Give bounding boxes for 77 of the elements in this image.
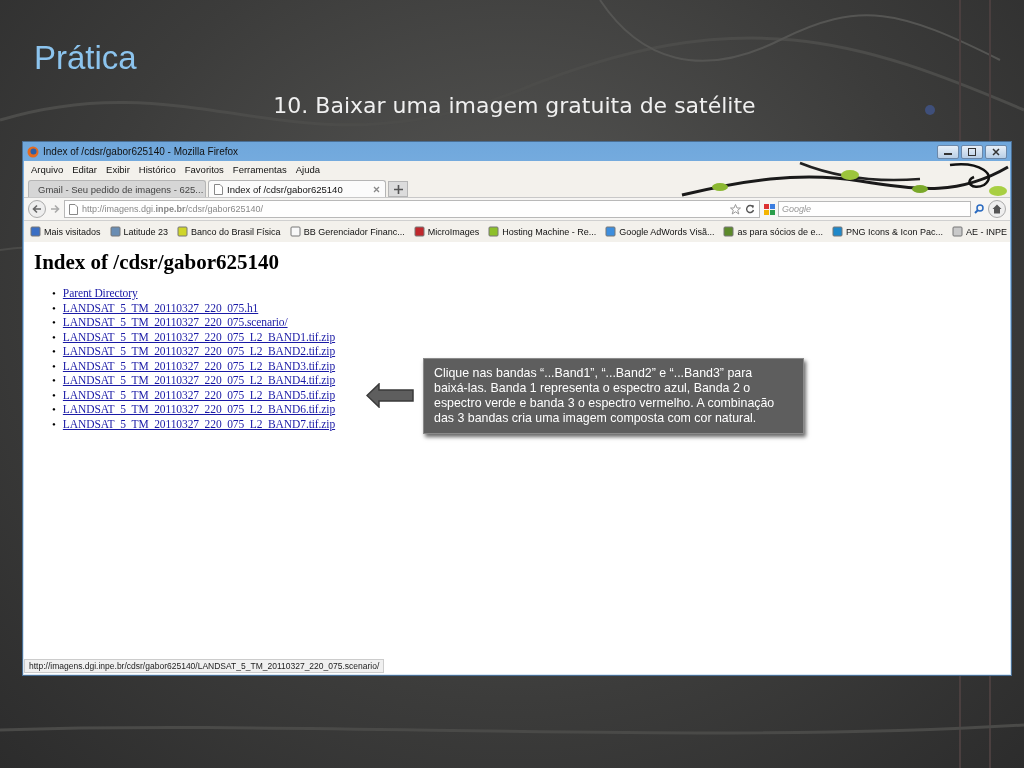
search-field[interactable]: Google [778,201,971,217]
browser-tab[interactable]: Gmail - Seu pedido de imagens - 625... [28,180,206,197]
bookmark-item[interactable]: MicroImages [413,226,480,237]
bookmark-item[interactable]: Google AdWords Visã... [605,226,715,237]
page-heading: Index of /cdsr/gabor625140 [34,250,280,274]
favicon-icon [177,226,189,237]
search-icon[interactable] [974,204,984,214]
file-link[interactable]: LANDSAT_5_TM_20110327_220_075.h1 [62,300,259,315]
browser-tab[interactable]: Index of /cdsr/gabor625140 [208,180,386,197]
callout-text: Clique nas bandas “...Band1”, “...Band2” e “...Band3” para baixá-las. Banda 1 representa o espectro azul, Banda 2 o espectro verde e banda 3 o espectro vermelho. A combinação das 3 bandas cria uma imagem composta com cor natural. [423,358,804,434]
bookmark-item[interactable]: Mais visitados [30,226,101,237]
close-button[interactable] [985,144,1007,159]
bullet: • [52,402,56,417]
close-icon [992,147,1000,156]
star-icon[interactable] [730,203,741,215]
favicon-icon [832,226,844,237]
bullet: • [52,358,56,373]
bookmark-item[interactable]: Banco do Brasil Física [177,226,281,237]
window-title: Index of /cdsr/gabor625140 - Mozilla Firefox [43,146,239,157]
bullet: • [52,286,56,301]
menu-item[interactable]: Ferramentas [232,163,287,175]
google-icon [764,203,775,215]
page-icon [214,183,223,195]
home-button[interactable] [988,200,1006,218]
file-link[interactable]: LANDSAT_5_TM_20110327_220_075.scenario/ [62,315,288,330]
home-icon [992,204,1002,214]
menu-item[interactable]: Ajuda [295,163,320,175]
favicon-icon [605,226,617,237]
slide-subtitle: 10. Baixar uma imagem gratuita de satélite [273,92,756,120]
menu-item[interactable]: Arquivo [31,163,64,175]
favicon-icon [488,226,500,237]
file-link[interactable]: Parent Directory [62,286,138,301]
bookmark-item[interactable]: BB Gerenciador Financ... [289,226,405,237]
slide-title: Prática [34,38,138,78]
favicon-icon [30,226,41,237]
bullet: • [52,387,56,402]
file-link[interactable]: LANDSAT_5_TM_20110327_220_075_L2_BAND3.tif.zip [62,358,336,373]
bullet: • [52,329,56,344]
menu-item[interactable]: Histórico [138,163,176,175]
back-button[interactable] [28,200,46,218]
bullet: • [52,315,56,330]
file-link[interactable]: LANDSAT_5_TM_20110327_220_075_L2_BAND7.tif.zip [62,416,336,431]
bookmark-item[interactable]: AE - INPE [952,226,1008,237]
bullet: • [52,344,56,359]
favicon-icon [413,226,425,237]
bookmark-item[interactable]: PNG Icons & Icon Pac... [832,226,944,237]
favicon-icon [723,226,735,237]
back-arrow-icon [32,204,42,214]
file-link[interactable]: LANDSAT_5_TM_20110327_220_075_L2_BAND6.tif.zip [62,402,336,417]
page-icon [69,203,78,215]
bookmark-item[interactable]: as para sócios de e... [723,226,824,237]
address-bar[interactable]: http://imagens.dgi.inpe.br/cdsr/gabor625140/ [64,200,760,218]
bookmark-item[interactable]: Hosting Machine - Re... [488,226,597,237]
bookmark-item[interactable]: Latitude 23 [109,226,169,237]
file-link[interactable]: LANDSAT_5_TM_20110327_220_075_L2_BAND5.tif.zip [62,387,336,402]
left-arrow-icon [366,383,414,408]
plus-icon [393,184,403,194]
menu-item[interactable]: Favoritos [184,163,224,175]
favicon-icon [952,226,964,237]
favicon-icon [289,226,301,237]
maximize-button[interactable] [961,144,983,159]
bullet: • [52,373,56,388]
firefox-icon [27,145,39,158]
reload-icon[interactable] [745,204,755,214]
minimize-button[interactable] [937,144,959,159]
file-link[interactable]: LANDSAT_5_TM_20110327_220_075_L2_BAND1.tif.zip [62,329,336,344]
new-tab-button[interactable] [388,181,408,197]
bullet: • [52,300,56,315]
maximize-icon [968,147,976,156]
status-url: http://imagens.dgi.inpe.br/cdsr/gabor625140/LANDSAT_5_TM_20110327_220_075.scenario/ [24,659,385,673]
menu-item[interactable]: Editar [72,163,98,175]
file-link[interactable]: LANDSAT_5_TM_20110327_220_075_L2_BAND4.tif.zip [62,373,336,388]
file-link[interactable]: LANDSAT_5_TM_20110327_220_075_L2_BAND2.tif.zip [62,344,336,359]
menu-item[interactable]: Exibir [106,163,130,175]
favicon-icon [109,226,121,237]
bullet: • [52,416,56,431]
close-icon[interactable] [373,185,380,193]
